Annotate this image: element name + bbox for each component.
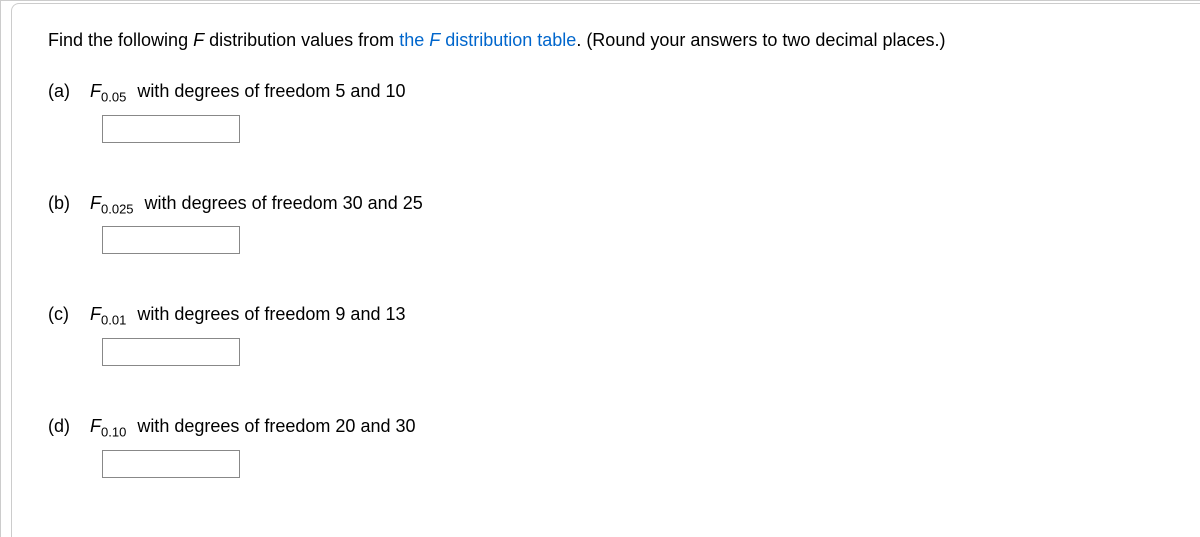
f-symbol: F [90, 193, 101, 213]
instruction-f-italic: F [193, 30, 204, 50]
instruction-prefix: Find the following [48, 30, 193, 50]
content-container: Find the following F distribution values… [11, 3, 1200, 537]
question-b: (b) F0.025 with degrees of freedom 30 an… [48, 193, 1164, 255]
link-f-italic[interactable]: F [429, 30, 440, 50]
part-label-d: (d) [48, 416, 78, 437]
question-a-rest: with degrees of freedom 5 and 10 [132, 81, 405, 101]
question-d-prompt: (d) F0.10 with degrees of freedom 20 and… [48, 416, 1164, 440]
question-a: (a) F0.05 with degrees of freedom 5 and … [48, 81, 1164, 143]
f-subscript: 0.10 [101, 425, 126, 440]
part-label-b: (b) [48, 193, 78, 214]
question-a-prompt: (a) F0.05 with degrees of freedom 5 and … [48, 81, 1164, 105]
f-subscript: 0.01 [101, 313, 126, 328]
part-label-c: (c) [48, 304, 78, 325]
question-c: (c) F0.01 with degrees of freedom 9 and … [48, 304, 1164, 366]
f-symbol: F [90, 81, 101, 101]
question-c-rest: with degrees of freedom 9 and 13 [132, 304, 405, 324]
answer-input-a[interactable] [102, 115, 240, 143]
answer-input-d[interactable] [102, 450, 240, 478]
question-b-prompt: (b) F0.025 with degrees of freedom 30 an… [48, 193, 1164, 217]
answer-input-c[interactable] [102, 338, 240, 366]
question-a-expression: F0.05 with degrees of freedom 5 and 10 [90, 81, 406, 105]
link-rest[interactable]: distribution table [440, 30, 576, 50]
instruction-mid: distribution values from [204, 30, 399, 50]
answer-input-b[interactable] [102, 226, 240, 254]
question-d-rest: with degrees of freedom 20 and 30 [132, 416, 415, 436]
question-b-rest: with degrees of freedom 30 and 25 [140, 193, 423, 213]
question-d-expression: F0.10 with degrees of freedom 20 and 30 [90, 416, 416, 440]
part-label-a: (a) [48, 81, 78, 102]
instruction-text: Find the following F distribution values… [48, 28, 1164, 53]
link-the[interactable]: the [399, 30, 429, 50]
outer-container: Find the following F distribution values… [0, 0, 1200, 537]
question-c-prompt: (c) F0.01 with degrees of freedom 9 and … [48, 304, 1164, 328]
instruction-suffix: . (Round your answers to two decimal pla… [576, 30, 945, 50]
f-subscript: 0.05 [101, 90, 126, 105]
f-symbol: F [90, 416, 101, 436]
question-c-expression: F0.01 with degrees of freedom 9 and 13 [90, 304, 406, 328]
f-symbol: F [90, 304, 101, 324]
f-subscript: 0.025 [101, 201, 134, 216]
question-d: (d) F0.10 with degrees of freedom 20 and… [48, 416, 1164, 478]
question-b-expression: F0.025 with degrees of freedom 30 and 25 [90, 193, 423, 217]
